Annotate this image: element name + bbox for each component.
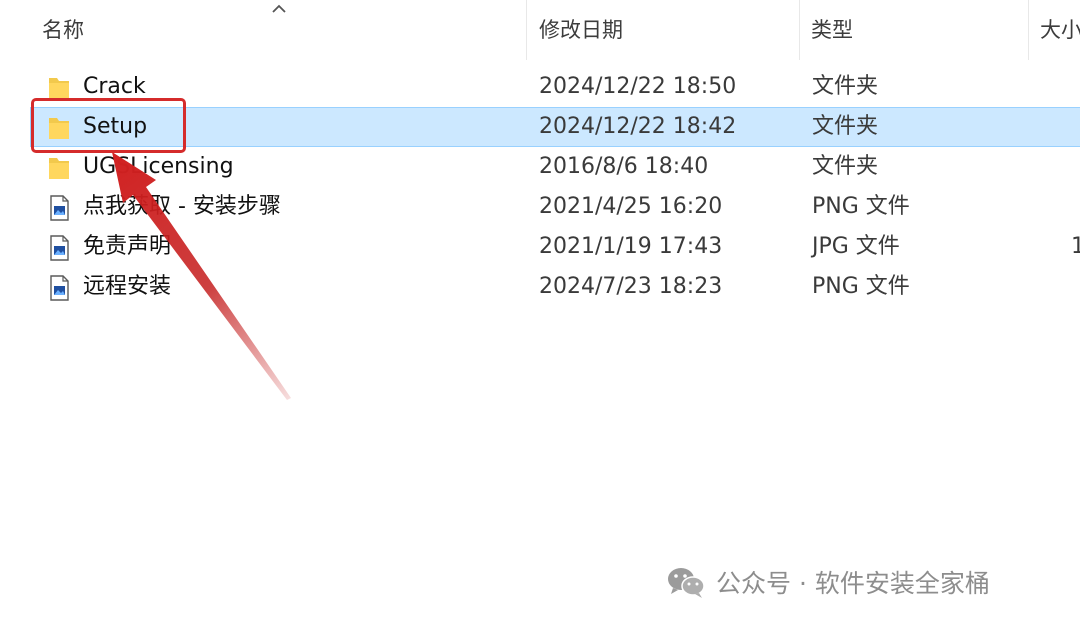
file-type: 文件夹: [812, 114, 879, 139]
file-name: Setup: [83, 114, 148, 139]
file-date: 2024/12/22 18:50: [539, 74, 737, 99]
folder-icon: [49, 158, 69, 179]
image-file-icon: [50, 195, 69, 221]
watermark: 公众号 · 软件安装全家桶: [666, 560, 990, 604]
file-date: 2024/7/23 18:23: [539, 274, 723, 299]
image-file-icon: [50, 275, 69, 301]
file-size: 1: [1071, 234, 1080, 259]
file-name: UGSLicensing: [83, 154, 234, 179]
wechat-icon: [668, 568, 705, 598]
file-name: 点我获取 - 安装步骤: [83, 194, 281, 219]
file-date: 2024/12/22 18:42: [539, 114, 737, 139]
file-row-ugslicensing[interactable]: UGSLicensing 2016/8/6 18:40 文件夹: [30, 147, 1080, 187]
file-row-crack[interactable]: Crack 2024/12/22 18:50 文件夹: [30, 67, 1080, 107]
file-row-setup[interactable]: Setup 2024/12/22 18:42 文件夹: [30, 107, 1080, 147]
column-header-bar: 名称 修改日期 类型 大小: [0, 0, 1080, 62]
file-date: 2021/4/25 16:20: [539, 194, 723, 219]
folder-icon: [49, 118, 69, 139]
image-file-icon: [50, 235, 69, 261]
watermark-text: 公众号 · 软件安装全家桶: [716, 569, 990, 598]
file-list: Crack 2024/12/22 18:50 文件夹 Setup 2024/12…: [30, 67, 1080, 307]
file-date: 2016/8/6 18:40: [539, 154, 709, 179]
file-explorer-window: 名称 修改日期 类型 大小 Crack 2024/12/22 18:50 文件夹: [0, 0, 1080, 627]
column-header-type[interactable]: 类型: [800, 0, 1028, 62]
column-header-size[interactable]: 大小: [1029, 0, 1080, 62]
file-name: 远程安装: [83, 274, 172, 299]
file-type: PNG 文件: [812, 194, 910, 219]
folder-icon: [49, 78, 69, 99]
file-type: PNG 文件: [812, 274, 910, 299]
file-type: 文件夹: [812, 154, 879, 179]
column-header-name[interactable]: 名称: [0, 0, 526, 62]
file-type: JPG 文件: [812, 234, 900, 259]
file-type: 文件夹: [812, 74, 879, 99]
file-row-disclaimer[interactable]: 免责声明 2021/1/19 17:43 JPG 文件 1: [30, 227, 1080, 267]
file-name: Crack: [83, 74, 146, 99]
file-name: 免责声明: [83, 234, 172, 259]
sort-ascending-icon: [272, 4, 286, 13]
column-header-date[interactable]: 修改日期: [527, 0, 799, 62]
file-row-remote-install[interactable]: 远程安装 2024/7/23 18:23 PNG 文件: [30, 267, 1080, 307]
file-date: 2021/1/19 17:43: [539, 234, 723, 259]
file-row-install-steps[interactable]: 点我获取 - 安装步骤 2021/4/25 16:20 PNG 文件: [30, 187, 1080, 227]
